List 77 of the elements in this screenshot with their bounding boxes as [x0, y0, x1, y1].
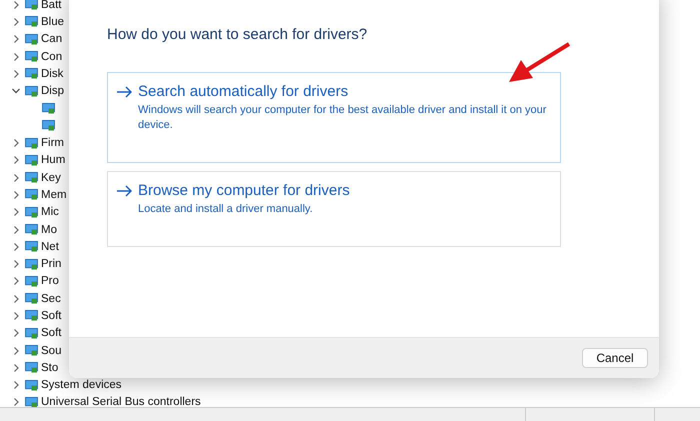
chevron-right-icon[interactable]: [12, 294, 20, 304]
option-description: Locate and install a driver manually.: [137, 202, 314, 217]
device-icon: [25, 396, 38, 408]
dialog-heading: How do you want to search for drivers?: [107, 26, 368, 43]
tree-item[interactable]: Pro: [41, 275, 59, 288]
device-icon: [25, 51, 38, 62]
option-title: Search automatically for drivers: [138, 83, 348, 100]
chevron-right-icon[interactable]: [12, 0, 20, 10]
tree-item[interactable]: Soft: [41, 310, 62, 322]
device-icon: [25, 172, 38, 184]
device-icon: [25, 293, 38, 304]
chevron-right-icon[interactable]: [12, 276, 20, 286]
chevron-right-icon[interactable]: [12, 155, 20, 166]
chevron-right-icon[interactable]: [12, 34, 20, 44]
device-icon: [25, 224, 38, 235]
device-icon: [25, 0, 38, 10]
chevron-right-icon[interactable]: [12, 138, 20, 148]
option-title: Browse my computer for drivers: [138, 182, 350, 199]
option-description: Windows will search your computer for the best available driver and install it on your device.: [137, 103, 548, 133]
device-icon: [25, 310, 38, 322]
chevron-right-icon[interactable]: [12, 346, 20, 356]
tree-item[interactable]: Mic: [41, 206, 59, 218]
chevron-right-icon[interactable]: [12, 310, 20, 321]
arrow-right-icon: [116, 86, 132, 98]
device-icon: [25, 241, 38, 252]
tree-item[interactable]: Disp: [41, 85, 64, 98]
chevron-right-icon[interactable]: [12, 52, 20, 62]
device-icon: [25, 345, 38, 356]
device-icon: [25, 276, 38, 287]
tree-item[interactable]: Key: [41, 172, 61, 184]
tree-item[interactable]: Con: [41, 50, 62, 63]
chevron-right-icon[interactable]: [12, 397, 20, 408]
cancel-button[interactable]: Cancel: [582, 348, 648, 368]
device-icon: [25, 34, 38, 45]
device-icon: [25, 362, 38, 374]
chevron-right-icon[interactable]: [12, 224, 20, 234]
chevron-right-icon[interactable]: [12, 242, 20, 252]
device-icon: [25, 16, 38, 28]
chevron-right-icon[interactable]: [12, 172, 20, 183]
device-icon: [25, 206, 38, 218]
tree-item[interactable]: Prin: [41, 258, 62, 270]
device-icon: [25, 138, 38, 149]
device-icon: [25, 189, 38, 200]
chevron-right-icon[interactable]: [12, 68, 20, 79]
tree-item[interactable]: Soft: [41, 327, 62, 340]
device-icon: [25, 328, 38, 339]
tree-item[interactable]: Disk: [41, 68, 64, 80]
tree-item[interactable]: Sou: [41, 344, 62, 357]
arrow-right-icon: [116, 184, 132, 196]
tree-item[interactable]: Hum: [41, 154, 66, 166]
tree-item[interactable]: Net: [41, 240, 59, 253]
device-icon: [25, 154, 38, 166]
chevron-right-icon[interactable]: [12, 190, 20, 200]
tree-item[interactable]: Sto: [41, 362, 58, 374]
option-button[interactable]: Browse my computer for drivers Locate and install a driver manually.: [107, 171, 561, 247]
chevron-right-icon[interactable]: [12, 207, 20, 218]
device-icon: [25, 68, 38, 80]
tree-item[interactable]: Batt: [41, 0, 62, 11]
device-icon: [42, 102, 55, 114]
device-icon: [25, 86, 38, 97]
tree-item[interactable]: Can: [41, 33, 62, 46]
tree-item[interactable]: System devices: [41, 379, 122, 392]
chevron-right-icon[interactable]: [12, 259, 20, 270]
chevron-right-icon[interactable]: [12, 328, 20, 338]
chevron-right-icon[interactable]: [12, 380, 20, 390]
tree-item[interactable]: Blue: [41, 16, 64, 28]
tree-item[interactable]: Mem: [41, 188, 67, 201]
chevron-right-icon[interactable]: [12, 362, 20, 373]
tree-item[interactable]: Sec: [41, 292, 61, 305]
chevron-right-icon[interactable]: [12, 16, 20, 27]
tree-item[interactable]: Universal Serial Bus controllers: [41, 396, 201, 408]
device-icon: [25, 380, 38, 391]
device-icon: [25, 258, 38, 270]
tree-item[interactable]: Firm: [41, 137, 64, 150]
device-icon: [42, 120, 55, 132]
tree-item[interactable]: Mo: [41, 224, 57, 236]
option-button[interactable]: Search automatically for drivers Windows will search your computer for the best available driver and install it on your device.: [107, 72, 561, 163]
